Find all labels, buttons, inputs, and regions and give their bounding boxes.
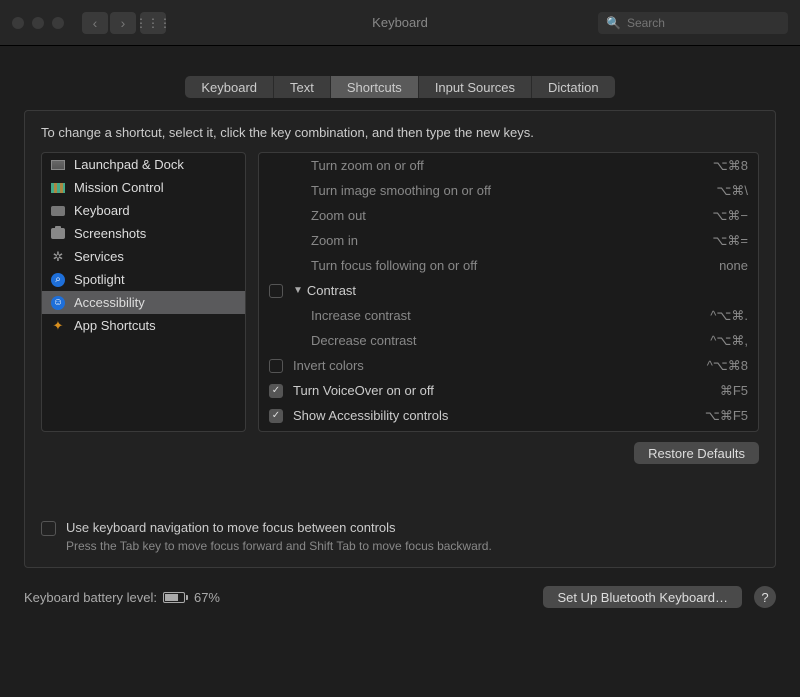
shortcut-name: Turn VoiceOver on or off [293, 383, 720, 398]
shortcut-name: Zoom in [311, 233, 712, 248]
titlebar: ‹ › ⋮⋮⋮ Keyboard 🔍 [0, 0, 800, 46]
shortcut-row[interactable]: Turn zoom on or off⌥⌘8 [259, 153, 758, 178]
category-label: App Shortcuts [74, 318, 156, 333]
shortcut-row[interactable]: Decrease contrast^⌥⌘, [259, 328, 758, 353]
footer: Keyboard battery level: 67% Set Up Bluet… [0, 568, 800, 626]
shortcut-row[interactable]: ✓ Show Accessibility controls⌥⌘F5 [259, 403, 758, 428]
shortcut-keys: ⌥⌘− [712, 208, 748, 224]
shortcut-keys: ⌘F5 [720, 383, 748, 399]
keyboard-nav-hint: Press the Tab key to move focus forward … [66, 539, 492, 553]
mission-icon [50, 180, 66, 196]
shortcuts-panel: To change a shortcut, select it, click t… [24, 110, 776, 568]
tab-text[interactable]: Text [274, 76, 331, 98]
shortcut-row[interactable]: ▼ Contrast [259, 278, 758, 303]
shortcut-list[interactable]: Turn zoom on or off⌥⌘8Turn image smoothi… [258, 152, 759, 432]
close-window-button[interactable] [12, 17, 24, 29]
shortcut-keys: ⌥⌘F5 [705, 408, 748, 424]
category-label: Launchpad & Dock [74, 157, 184, 172]
shortcut-checkbox[interactable] [269, 284, 283, 298]
category-accessibility[interactable]: ☺ Accessibility [42, 291, 245, 314]
category-mission-control[interactable]: Mission Control [42, 176, 245, 199]
shortcut-keys: ⌥⌘= [712, 233, 748, 249]
tab-input-sources[interactable]: Input Sources [419, 76, 532, 98]
shortcut-keys: ^⌥⌘8 [707, 358, 748, 374]
search-icon: 🔍 [606, 16, 621, 30]
shortcut-keys: ^⌥⌘, [710, 333, 748, 349]
shortcut-row[interactable]: Zoom in⌥⌘= [259, 228, 758, 253]
shortcut-name: Turn zoom on or off [311, 158, 713, 173]
shortcut-row[interactable]: Invert colors^⌥⌘8 [259, 353, 758, 378]
window-controls [12, 17, 64, 29]
shortcut-row[interactable]: Zoom out⌥⌘− [259, 203, 758, 228]
search-field[interactable]: 🔍 [598, 12, 788, 34]
battery-label: Keyboard battery level: [24, 590, 157, 605]
keyboard-icon [50, 203, 66, 219]
screenshot-icon [50, 226, 66, 242]
category-launchpad-dock[interactable]: Launchpad & Dock [42, 153, 245, 176]
shortcut-name: Turn image smoothing on or off [311, 183, 716, 198]
category-label: Mission Control [74, 180, 164, 195]
shortcut-checkbox[interactable]: ✓ [269, 409, 283, 423]
category-services[interactable]: ✲ Services [42, 245, 245, 268]
spotlight-icon: ⌕ [50, 272, 66, 288]
instruction-text: To change a shortcut, select it, click t… [25, 125, 775, 152]
keyboard-nav-option: Use keyboard navigation to move focus be… [25, 464, 775, 553]
apps-icon: ✦ [50, 318, 66, 334]
shortcut-keys: ⌥⌘\ [716, 183, 748, 199]
forward-button[interactable]: › [110, 12, 136, 34]
zoom-window-button[interactable] [52, 17, 64, 29]
category-label: Spotlight [74, 272, 125, 287]
category-spotlight[interactable]: ⌕ Spotlight [42, 268, 245, 291]
shortcut-name: Decrease contrast [311, 333, 710, 348]
shortcut-name: Zoom out [311, 208, 712, 223]
nav-buttons: ‹ › [82, 12, 136, 34]
shortcut-keys: ⌥⌘8 [713, 158, 748, 174]
shortcut-name: Turn focus following on or off [311, 258, 719, 273]
restore-defaults-button[interactable]: Restore Defaults [634, 442, 759, 464]
shortcut-name: Contrast [307, 283, 748, 298]
tab-dictation[interactable]: Dictation [532, 76, 615, 98]
category-list[interactable]: Launchpad & Dock Mission Control Keyboard S… [41, 152, 246, 432]
keyboard-nav-label: Use keyboard navigation to move focus be… [66, 520, 492, 535]
category-label: Services [74, 249, 124, 264]
category-screenshots[interactable]: Screenshots [42, 222, 245, 245]
category-keyboard[interactable]: Keyboard [42, 199, 245, 222]
shortcut-checkbox[interactable] [269, 359, 283, 373]
battery-percent: 67% [194, 590, 220, 605]
shortcut-name: Increase contrast [311, 308, 710, 323]
shortcut-row[interactable]: ✓ Turn VoiceOver on or off⌘F5 [259, 378, 758, 403]
shortcut-row[interactable]: Increase contrast^⌥⌘. [259, 303, 758, 328]
bluetooth-keyboard-button[interactable]: Set Up Bluetooth Keyboard… [543, 586, 742, 608]
help-button[interactable]: ? [754, 586, 776, 608]
services-icon: ✲ [50, 249, 66, 265]
show-all-button[interactable]: ⋮⋮⋮ [140, 12, 166, 34]
shortcut-name: Invert colors [293, 358, 707, 373]
shortcut-name: Show Accessibility controls [293, 408, 705, 423]
category-label: Screenshots [74, 226, 146, 241]
tab-keyboard[interactable]: Keyboard [185, 76, 274, 98]
minimize-window-button[interactable] [32, 17, 44, 29]
disclosure-triangle-icon[interactable]: ▼ [293, 285, 303, 296]
shortcut-checkbox[interactable]: ✓ [269, 384, 283, 398]
window-title: Keyboard [372, 15, 428, 30]
launchpad-icon [50, 157, 66, 173]
shortcut-row[interactable]: Turn image smoothing on or off⌥⌘\ [259, 178, 758, 203]
tab-bar: KeyboardTextShortcutsInput SourcesDictat… [24, 76, 776, 98]
category-label: Accessibility [74, 295, 145, 310]
accessibility-icon: ☺ [50, 295, 66, 311]
category-app-shortcuts[interactable]: ✦ App Shortcuts [42, 314, 245, 337]
keyboard-nav-checkbox[interactable] [41, 521, 56, 536]
battery-icon [163, 592, 188, 603]
shortcut-keys: none [719, 258, 748, 273]
shortcut-row[interactable]: Turn focus following on or offnone [259, 253, 758, 278]
back-button[interactable]: ‹ [82, 12, 108, 34]
search-input[interactable] [627, 16, 780, 30]
tab-shortcuts[interactable]: Shortcuts [331, 76, 419, 98]
shortcut-keys: ^⌥⌘. [710, 308, 748, 324]
category-label: Keyboard [74, 203, 130, 218]
